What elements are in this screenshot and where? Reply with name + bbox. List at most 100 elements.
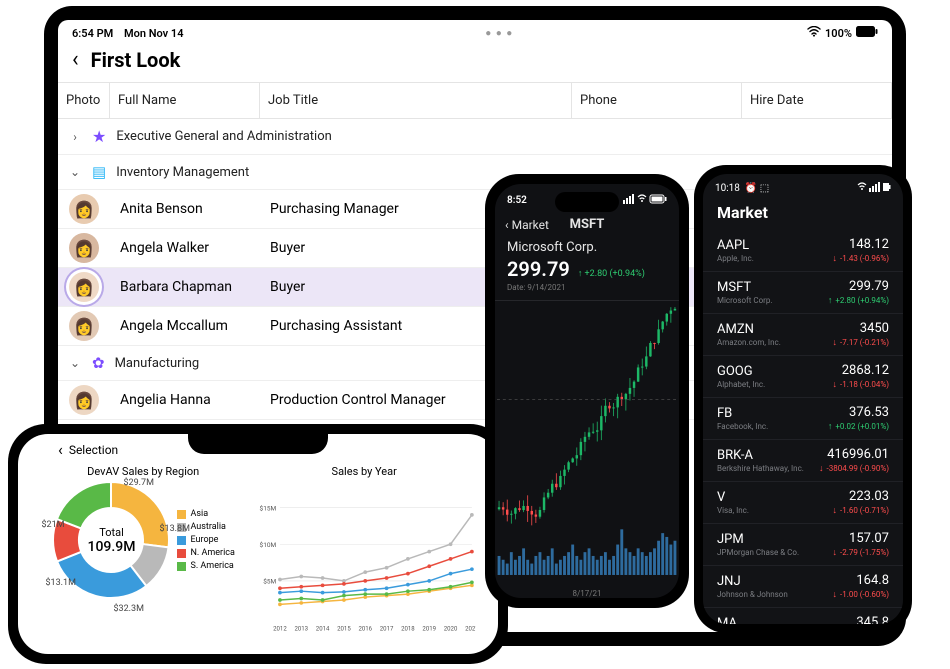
legend-item[interactable]: Asia — [177, 509, 234, 519]
svg-text:2017: 2017 — [380, 626, 394, 633]
group-row[interactable]: ›★Executive General and Administration — [58, 119, 892, 155]
avatar: 👩 — [69, 272, 99, 302]
price: 299.79 — [828, 279, 889, 294]
col-hire-date[interactable]: Hire Date — [742, 83, 892, 118]
group-label: Inventory Management — [116, 165, 249, 180]
price: 2868.12 — [833, 363, 889, 378]
battery-icon — [856, 26, 878, 40]
donut-total-label: Total — [99, 526, 124, 539]
ticker-symbol: FB — [717, 406, 768, 421]
ticker-symbol: GOOG — [717, 364, 765, 379]
company-name: Microsoft Corp. — [717, 296, 772, 305]
ticker-symbol: BRK-A — [717, 448, 804, 463]
arrow-up-icon: ↑ — [828, 295, 833, 306]
phone-market-device: 10:18 ⏰ ⬚ Market AAPLApple, Inc.148.12↓ … — [694, 165, 912, 633]
company-name: Visa, Inc. — [717, 506, 749, 515]
price-change: ↓ -1.43 (-0.96%) — [833, 253, 889, 264]
company-name: Berkshire Hathaway, Inc. — [717, 464, 804, 473]
price-change: ↓ -3804.99 (-0.90%) — [819, 463, 889, 474]
legend-swatch — [177, 510, 186, 519]
arrow-up-icon: ↑ — [828, 421, 833, 432]
market-row[interactable]: AAPLApple, Inc.148.12↓ -1.43 (-0.96%) — [703, 230, 903, 272]
candlestick-chart[interactable] — [495, 301, 679, 587]
avatar: 👩 — [69, 194, 99, 224]
dynamic-island — [555, 192, 619, 212]
legend-label: Asia — [190, 509, 208, 519]
phone-stock-device: 8:52 ‹ Market MSFT Microsoft Corp. 299.7… — [485, 174, 689, 608]
name-cell: Angelia Hanna — [110, 392, 260, 408]
back-button[interactable]: ‹ Market — [505, 218, 549, 232]
legend-item[interactable]: Europe — [177, 535, 234, 545]
stock-price: 299.79 — [507, 257, 570, 281]
line-title: Sales by Year — [252, 465, 476, 478]
price-change: ↓ -2.79 (-1.75%) — [833, 547, 889, 558]
legend-label: Europe — [190, 535, 218, 545]
company-name: Microsoft Corp. — [507, 240, 667, 255]
donut-panel: DevAV Sales by Region Total 109.9M $29.7… — [40, 465, 246, 649]
price-change: ↓ -1.60 (-0.71%) — [833, 505, 889, 516]
notch — [188, 434, 328, 454]
phone-stock-screen: 8:52 ‹ Market MSFT Microsoft Corp. 299.7… — [495, 184, 679, 598]
phone-landscape-device: ‹ Selection DevAV Sales by Region Total … — [8, 424, 508, 664]
price: 148.12 — [833, 237, 889, 252]
market-row[interactable]: JNJJohnson & Johnson164.8↓ -1.00 (-0.60%… — [703, 566, 903, 608]
col-full-name[interactable]: Full Name — [110, 83, 260, 118]
price: 157.07 — [833, 531, 889, 546]
ticker-symbol: MA — [717, 616, 774, 624]
market-row[interactable]: FBFacebook, Inc.376.53↑ +0.02 (+0.01%) — [703, 398, 903, 440]
market-row[interactable]: VVisa, Inc.223.03↓ -1.60 (-0.71%) — [703, 482, 903, 524]
col-phone[interactable]: Phone — [572, 83, 742, 118]
market-row[interactable]: MSFTMicrosoft Corp.299.79↑ +2.80 (+0.94%… — [703, 272, 903, 314]
company-name: Apple, Inc. — [717, 254, 754, 263]
back-chevron-icon[interactable]: ‹ — [72, 49, 79, 71]
back-chevron-icon[interactable]: ‹ — [58, 440, 63, 459]
price: 345.8 — [833, 615, 889, 624]
market-status-bar: 10:18 ⏰ ⬚ — [703, 174, 903, 197]
price: 164.8 — [833, 573, 889, 588]
legend-item[interactable]: N. America — [177, 548, 234, 558]
col-photo[interactable]: Photo — [58, 83, 110, 118]
name-cell: Anita Benson — [110, 201, 260, 217]
market-title: Market — [703, 197, 903, 230]
donut-seg-label: $21M — [41, 520, 64, 530]
group-label: Manufacturing — [115, 356, 200, 371]
line-chart[interactable]: $5M$10M$15M20122013201420152016201720182… — [252, 480, 476, 649]
price: 416996.01 — [819, 447, 889, 462]
market-row[interactable]: JPMJPMorgan Chase & Co.157.07↓ -2.79 (-1… — [703, 524, 903, 566]
market-row[interactable]: GOOGAlphabet, Inc.2868.12↓ -1.18 (-0.04%… — [703, 356, 903, 398]
avatar: 👩 — [69, 385, 99, 415]
name-cell: Angela Walker — [110, 240, 260, 256]
ticker-symbol: AMZN — [717, 322, 781, 337]
photo-cell: 👩 — [58, 190, 110, 228]
donut-seg-label: $13.1M — [45, 578, 75, 588]
box-icon: ▤ — [92, 163, 106, 181]
stock-change: ↑ +2.80 (+0.94%) — [578, 268, 645, 279]
svg-text:2020: 2020 — [444, 626, 458, 633]
ticker-symbol: JPM — [717, 532, 799, 547]
status-time: 6:54 PM — [72, 27, 113, 40]
svg-text:2015: 2015 — [338, 626, 352, 633]
svg-text:$5M: $5M — [264, 578, 277, 586]
legend-label: Australia — [190, 522, 225, 532]
company-name: Amazon.com, Inc. — [717, 338, 781, 347]
donut-chart[interactable]: Total 109.9M $29.7M$13.8M$32.3M$13.1M$21… — [51, 480, 171, 600]
market-row[interactable]: MAMastercard, Inc.345.8↓ -2.02 (-0.58%) — [703, 608, 903, 624]
donut-legend: Asia Australia Europe N. America S. America — [177, 509, 234, 571]
stock-header: Microsoft Corp. 299.79 ↑ +2.80 (+0.94%) … — [495, 236, 679, 301]
legend-swatch — [177, 536, 186, 545]
status-icons — [623, 194, 667, 207]
market-row[interactable]: BRK-ABerkshire Hathaway, Inc. 416996.01↓ … — [703, 440, 903, 482]
col-job-title[interactable]: Job Title — [260, 83, 572, 118]
arrow-down-icon: ↓ — [833, 547, 838, 558]
arrow-down-icon: ↓ — [833, 589, 838, 600]
nav-title: Selection — [69, 443, 118, 457]
donut-total-value: 109.9M — [88, 539, 136, 555]
status-icons — [857, 182, 891, 195]
multitask-dots[interactable]: ● ● ● — [485, 28, 513, 39]
stock-date: Date: 9/14/2021 — [507, 283, 667, 292]
ticker-symbol: V — [717, 490, 749, 505]
svg-text:2016: 2016 — [359, 626, 373, 633]
market-row[interactable]: AMZNAmazon.com, Inc.3450↓ -7.17 (-0.21%) — [703, 314, 903, 356]
market-list[interactable]: AAPLApple, Inc.148.12↓ -1.43 (-0.96%)MSF… — [703, 230, 903, 624]
legend-item[interactable]: S. America — [177, 561, 234, 571]
